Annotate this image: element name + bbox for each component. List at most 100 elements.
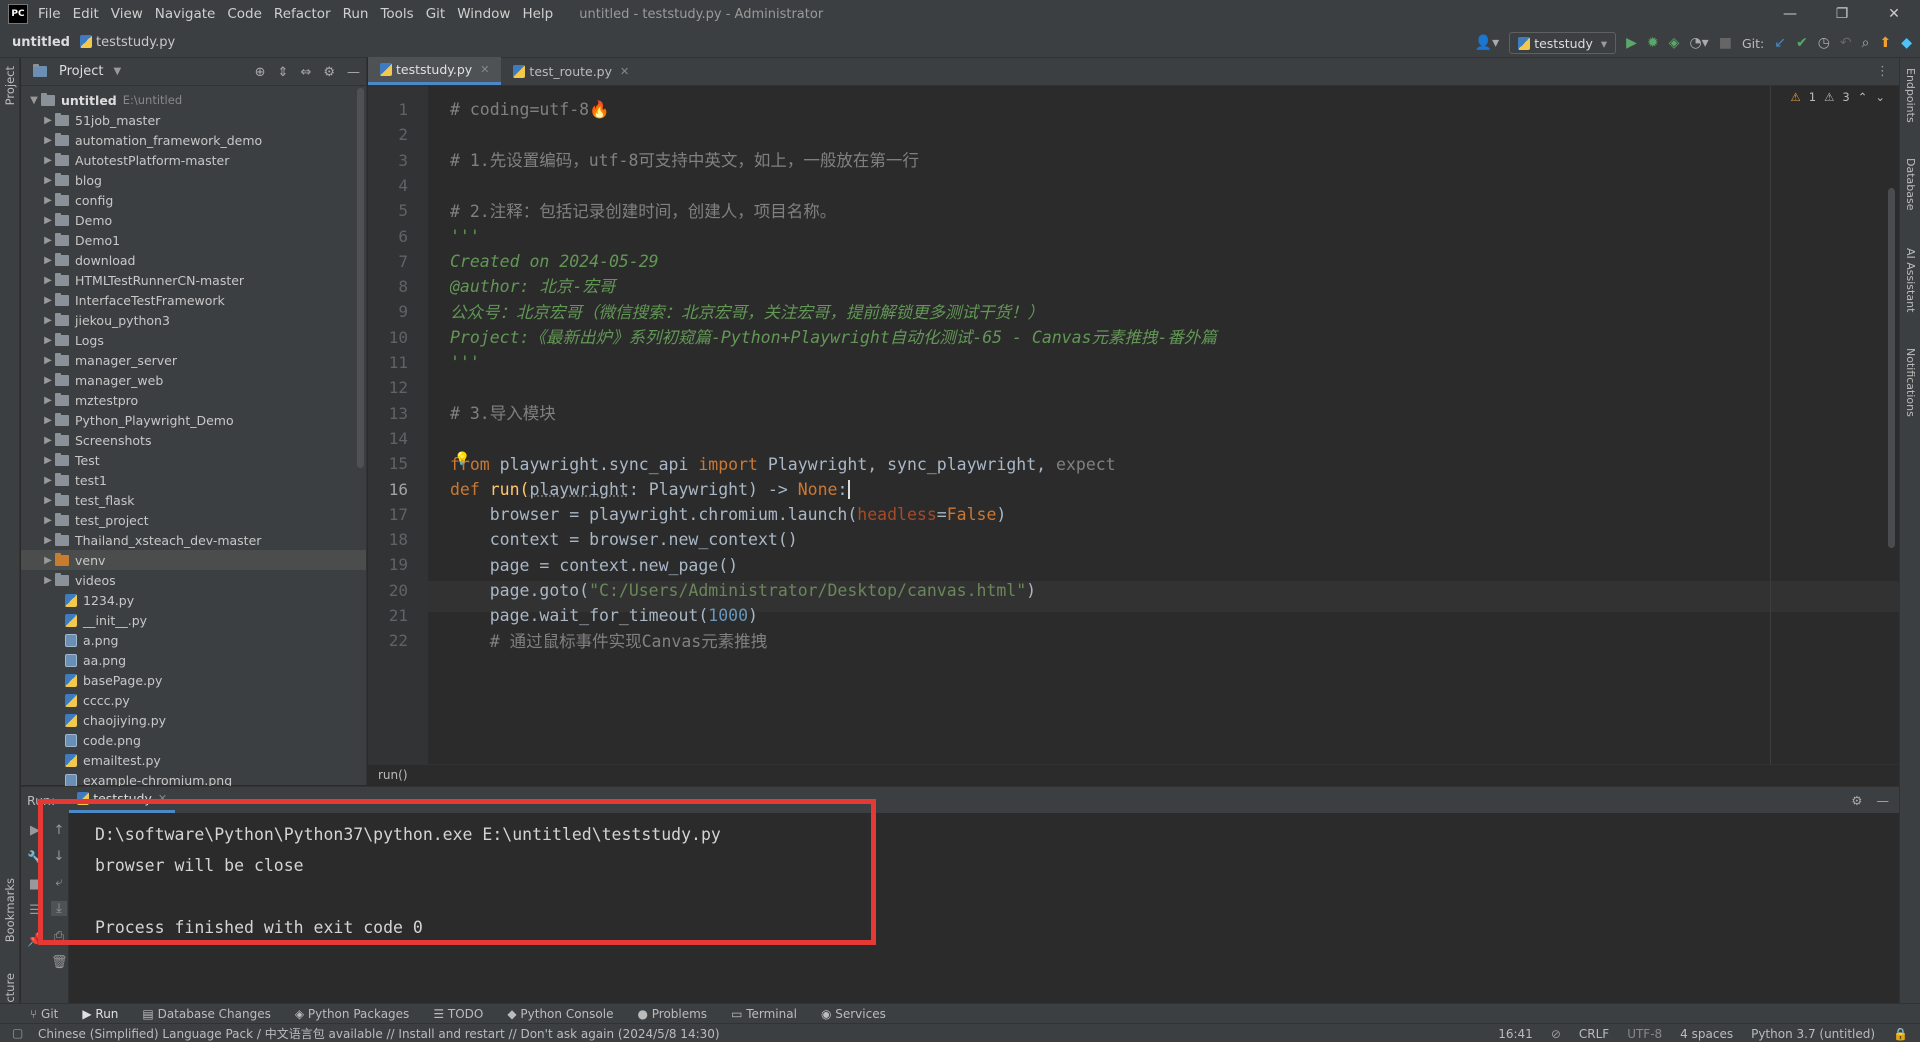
tree-folder[interactable]: ▶ Test (21, 450, 366, 470)
tab-teststudy[interactable]: teststudy.py ✕ (368, 57, 502, 85)
project-scrollbar[interactable] (357, 88, 364, 468)
tree-folder[interactable]: ▶ test_flask (21, 490, 366, 510)
minimize-button[interactable]: — (1764, 0, 1816, 28)
tree-folder[interactable]: ▶ Thailand_xsteach_dev-master (21, 530, 366, 550)
tree-folder[interactable]: ▶ InterfaceTestFramework (21, 290, 366, 310)
git-history-icon[interactable]: ◷ (1818, 35, 1830, 51)
stop-icon[interactable]: ■ (1719, 35, 1732, 51)
tree-folder[interactable]: ▶ manager_web (21, 370, 366, 390)
bookmarks-tool-button[interactable]: Bookmarks (3, 878, 17, 942)
caret-position[interactable]: 16:41 (1498, 1027, 1533, 1041)
tree-file[interactable]: aa.png (21, 650, 366, 670)
tree-folder[interactable]: ▶ manager_server (21, 350, 366, 370)
python-interpreter[interactable]: Python 3.7 (untitled) (1751, 1027, 1875, 1041)
menu-help[interactable]: Help (522, 6, 553, 22)
tool-tab-python-console[interactable]: ◆ Python Console (507, 1007, 613, 1021)
status-message[interactable]: Chinese (Simplified) Language Pack / 中文语… (38, 1025, 720, 1042)
tree-folder[interactable]: ▶ automation_framework_demo (21, 130, 366, 150)
notifications-tool-button[interactable]: Notifications (1904, 348, 1917, 417)
chevron-down-icon[interactable]: ▼ (113, 66, 121, 77)
tab-test-route[interactable]: test_route.py ✕ (501, 57, 641, 85)
tree-folder[interactable]: ▶ download (21, 250, 366, 270)
chevron-down-icon[interactable]: ⌄ (1875, 90, 1885, 104)
file-encoding[interactable]: UTF-8 (1627, 1027, 1662, 1041)
git-commit-icon[interactable]: ✔ (1796, 35, 1808, 51)
lock-icon[interactable]: 🔒 (1893, 1027, 1908, 1041)
close-icon[interactable]: ✕ (480, 63, 489, 76)
tool-tab-todo[interactable]: ☰ TODO (433, 1007, 483, 1021)
tree-file[interactable]: cccc.py (21, 690, 366, 710)
tree-folder[interactable]: ▶ Logs (21, 330, 366, 350)
project-panel-title[interactable]: Project (59, 64, 103, 79)
tool-tab-database-changes[interactable]: ▤ Database Changes (142, 1007, 270, 1021)
lightbulb-icon[interactable]: 💡 (454, 452, 470, 467)
code-breadcrumb[interactable]: run() (368, 764, 1899, 785)
collapse-all-icon[interactable]: ⇔ (300, 65, 311, 80)
tool-tab-services[interactable]: ◉ Services (821, 1007, 886, 1021)
tree-folder[interactable]: ▶ jiekou_python3 (21, 310, 366, 330)
git-update-icon[interactable]: ↙ (1774, 35, 1786, 51)
expand-all-icon[interactable]: ⇕ (278, 65, 289, 80)
maximize-button[interactable]: ❐ (1816, 0, 1868, 28)
menu-git[interactable]: Git (426, 6, 446, 22)
menu-run[interactable]: Run (343, 6, 369, 22)
menu-view[interactable]: View (111, 6, 143, 22)
tool-tab-problems[interactable]: ● Problems (637, 1007, 707, 1021)
tree-folder[interactable]: ▶ config (21, 190, 366, 210)
tree-folder[interactable]: ▶ Python_Playwright_Demo (21, 410, 366, 430)
tree-file[interactable]: a.png (21, 630, 366, 650)
tree-file[interactable]: 1234.py (21, 590, 366, 610)
tree-root[interactable]: ▼ untitled E:\untitled (21, 90, 366, 110)
tree-folder[interactable]: ▶ venv (21, 550, 366, 570)
search-icon[interactable]: ⌕ (1862, 35, 1870, 51)
run-icon[interactable]: ▶ (1626, 35, 1637, 51)
tree-file[interactable]: code.png (21, 730, 366, 750)
gear-icon[interactable]: ⚙ (1851, 793, 1862, 808)
menu-window[interactable]: Window (457, 6, 510, 22)
menu-file[interactable]: File (38, 6, 61, 22)
tool-tab-run[interactable]: ▶ Run (82, 1007, 118, 1021)
tree-file[interactable]: basePage.py (21, 670, 366, 690)
debug-icon[interactable]: ✹ (1647, 35, 1659, 51)
inspection-widget[interactable]: ⚠ 1 ⚠ 3 ⌃ ⌄ (1790, 90, 1885, 104)
git-rollback-icon[interactable]: ↶ (1840, 35, 1852, 51)
more-tabs-icon[interactable]: ⋮ (1876, 64, 1889, 79)
breadcrumb-file[interactable]: teststudy.py (79, 35, 175, 50)
tree-folder[interactable]: ▶ Demo1 (21, 230, 366, 250)
tool-tab-terminal[interactable]: ▭ Terminal (731, 1007, 797, 1021)
menu-edit[interactable]: Edit (73, 6, 99, 22)
trash-icon[interactable]: 🗑 (51, 955, 68, 970)
profile-icon[interactable]: ◔▾ (1689, 35, 1708, 51)
console-output[interactable]: D:\software\Python\Python37\python.exe E… (95, 819, 721, 943)
hide-icon[interactable]: — (347, 65, 360, 80)
tool-tab-python-packages[interactable]: ◈ Python Packages (295, 1007, 409, 1021)
tree-folder[interactable]: ▶ test_project (21, 510, 366, 530)
tree-folder[interactable]: ▶ Screenshots (21, 430, 366, 450)
chevron-up-icon[interactable]: ⌃ (1858, 90, 1868, 104)
user-icon[interactable]: 👤▾ (1475, 35, 1499, 51)
hide-icon[interactable]: — (1877, 793, 1890, 808)
database-tool-button[interactable]: Database (1904, 158, 1917, 211)
endpoints-tool-button[interactable]: Endpoints (1904, 68, 1917, 123)
tree-folder[interactable]: ▶ mztestpro (21, 390, 366, 410)
tree-file[interactable]: chaojiying.py (21, 710, 366, 730)
project-tool-button[interactable]: Project (3, 66, 17, 105)
indent-setting[interactable]: 4 spaces (1680, 1027, 1733, 1041)
close-window-button[interactable]: ✕ (1868, 0, 1920, 28)
tree-file[interactable]: __init__.py (21, 610, 366, 630)
tree-folder[interactable]: ▶ test1 (21, 470, 366, 490)
gear-icon[interactable]: ⚙ (323, 65, 335, 80)
locate-icon[interactable]: ⊕ (255, 65, 266, 80)
coverage-icon[interactable]: ◈ (1669, 35, 1680, 51)
tree-folder[interactable]: ▶ 51job_master (21, 110, 366, 130)
tree-folder[interactable]: ▶ Demo (21, 210, 366, 230)
menu-refactor[interactable]: Refactor (274, 6, 331, 22)
tree-folder[interactable]: ▶ blog (21, 170, 366, 190)
menu-code[interactable]: Code (227, 6, 262, 22)
breadcrumb-project[interactable]: untitled (12, 35, 70, 50)
run-configuration-select[interactable]: teststudy ▾ (1509, 32, 1617, 54)
menu-navigate[interactable]: Navigate (155, 6, 216, 22)
notification-icon[interactable]: ▢ (12, 1026, 23, 1040)
tree-folder[interactable]: ▶ videos (21, 570, 366, 590)
updates-icon[interactable]: ⬆ (1879, 35, 1891, 51)
